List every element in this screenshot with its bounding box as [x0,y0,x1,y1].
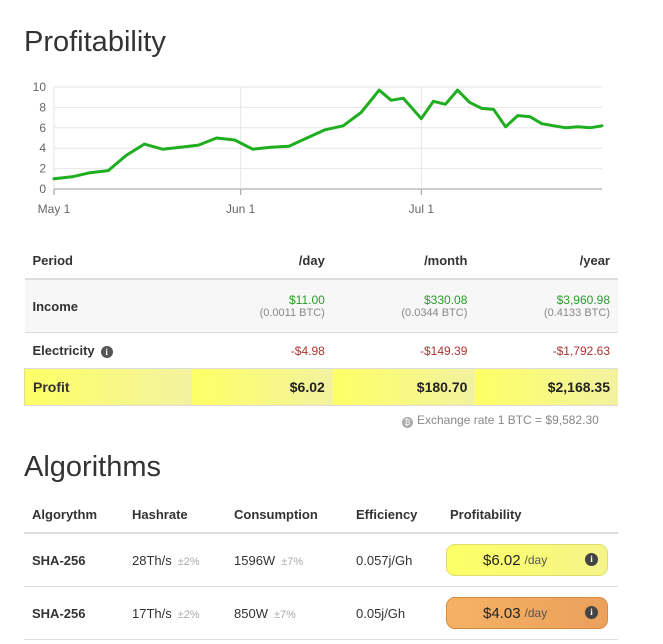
efficiency-value: 0.057j/Gh [348,533,442,587]
profit-value: $6.02 [483,551,521,569]
col-period: Period [24,242,192,280]
exchange-rate-text: Exchange rate 1 BTC = $9,582.30 [417,413,599,427]
y-tick-label: 4 [39,141,46,155]
col-profitability: Profitability [442,496,618,534]
exchange-rate: ₿ Exchange rate 1 BTC = $9,582.30 [402,413,599,428]
profitability-chart: 10 8 6 4 2 0 May 1 Jun 1 Jul 1 [33,80,604,216]
electricity-label: Electricity [32,343,95,358]
profit-unit: /day [524,553,548,567]
info-icon[interactable]: i [585,606,598,619]
bitcoin-icon: ₿ [402,417,413,428]
algorithm-name: SHA-256 [24,586,124,640]
efficiency-value: 0.05j/Gh [348,586,442,640]
col-hashrate: Hashrate [124,496,226,534]
y-tick-label: 8 [39,100,46,114]
profit-year: $2,168.35 [475,368,618,406]
income-month: $330.08 [424,293,468,307]
consumption-tolerance: ±7% [281,555,304,568]
income-day-btc: (0.0011 BTC) [259,307,325,319]
income-label: Income [24,279,192,333]
electricity-row: Electricity i -$4.98 -$149.39 -$1,792.63 [24,332,618,369]
profit-month: $180.70 [332,368,476,406]
table-row: SHA-256 28Th/s ±2% 1596W ±7% 0.057j/Gh $6.… [24,533,618,587]
profit-value: $4.03 [483,604,521,622]
electricity-day: -$4.98 [191,332,333,369]
income-day: $11.00 [289,293,325,307]
col-day: /day [191,242,333,280]
x-tick-label: Jul 1 [409,202,435,216]
info-icon[interactable]: i [100,345,113,358]
profit-series-line [52,88,604,181]
col-month: /month [332,242,476,280]
period-table: Period /day /month /year Income $11.00 (0… [23,242,618,406]
profit-label: Profit [23,368,192,406]
profit-day: $6.02 [191,368,333,406]
hashrate-value: 28Th/s [132,552,172,568]
algorithms-title: Algorithms [24,451,161,483]
col-efficiency: Efficiency [348,496,442,534]
col-year: /year [475,242,618,280]
consumption-value: 1596W [234,552,276,568]
algorithms-table: Algorythm Hashrate Consumption Efficienc… [24,496,618,640]
info-icon[interactable]: i [585,553,598,566]
y-tick-label: 0 [39,182,46,196]
y-tick-label: 10 [33,80,47,94]
hashrate-tolerance: ±2% [177,608,200,621]
col-consumption: Consumption [226,496,348,534]
x-tick-label: May 1 [38,202,71,216]
x-tick-label: Jun 1 [226,202,256,216]
col-algorithm: Algorythm [24,496,124,534]
y-tick-label: 6 [39,121,46,135]
electricity-month: -$149.39 [332,332,476,369]
profit-row: Profit $6.02 $180.70 $2,168.35 [23,368,618,406]
profit-badge: $4.03/day i [446,597,608,629]
hashrate-tolerance: ±2% [177,555,200,568]
profit-unit: /day [524,606,548,620]
income-month-btc: (0.0344 BTC) [401,307,468,319]
income-year: $3,960.98 [556,293,610,307]
y-tick-label: 2 [39,162,46,176]
income-year-btc: (0.4133 BTC) [543,307,610,319]
consumption-tolerance: ±7% [273,608,296,621]
consumption-value: 850W [234,605,268,621]
algorithm-name: SHA-256 [24,533,124,587]
table-row: SHA-256 17Th/s ±2% 850W ±7% 0.05j/Gh $4.03… [24,586,618,640]
hashrate-value: 17Th/s [132,605,172,621]
income-row: Income $11.00 (0.0011 BTC) $330.08 (0.0344… [24,279,618,333]
electricity-year: -$1,792.63 [475,332,618,369]
profitability-title: Profitability [24,26,166,58]
profit-badge: $6.02/day i [446,544,608,576]
